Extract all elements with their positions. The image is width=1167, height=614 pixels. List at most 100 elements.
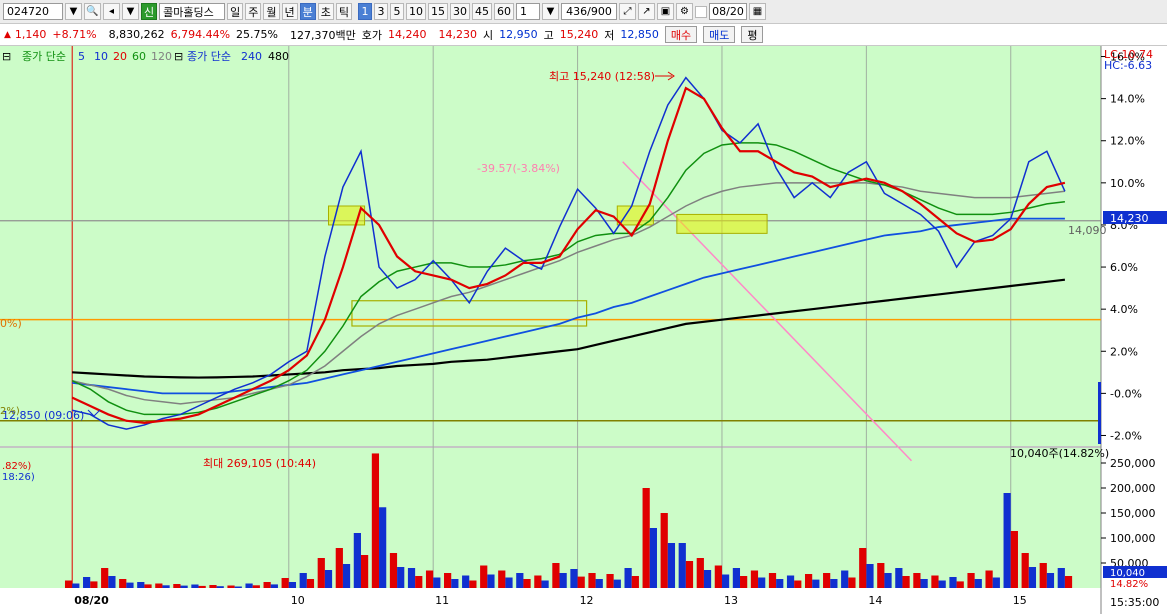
volume-bar [696,558,704,588]
save-icon[interactable]: ▣ [657,3,674,20]
interval-15-button[interactable]: 15 [428,3,448,20]
volume-bar [324,570,333,588]
y-tick-label: 6.0% [1110,261,1138,274]
volume-bar [534,575,542,588]
interval-1-button[interactable]: 1 [358,3,372,20]
period-month-button[interactable]: 월 [263,3,280,20]
period-minute-button[interactable]: 분 [299,3,316,20]
volume-bar [425,570,434,588]
open-label: 시 [482,28,494,42]
legend-price-label: 종가 단순 [22,50,66,63]
left-low-label: 2%) [0,406,20,417]
interval-30-button[interactable]: 30 [450,3,470,20]
y-tick-label: -2.0% [1110,429,1142,442]
volume-max-annotation: 최대 269,105 (10:44) [203,457,316,470]
date-input[interactable]: 08/20 [709,3,747,20]
volume-bar [498,570,506,588]
volume-bar [660,513,668,588]
volume-bar [624,568,632,588]
volume-bar [101,568,109,588]
stock-code-input[interactable]: 024720 [3,3,63,20]
price-volume-chart[interactable]: 16.0%14.0%12.0%10.0%8.0%6.0%4.0%2.0%-0.0… [0,46,1167,614]
pct-annotation: -39.57(-3.84%) [477,162,560,175]
dropdown-arrow-icon[interactable]: ▼ [65,3,82,20]
interval-45-button[interactable]: 45 [472,3,492,20]
period-day-button[interactable]: 일 [227,3,244,20]
trendline-icon[interactable]: ↗ [638,3,655,20]
volume-bar [371,453,380,588]
speaker-icon[interactable]: ◂ [103,3,120,20]
volume-pct: 6,794.44% [170,28,231,41]
scroll-indicator[interactable] [1098,382,1101,444]
volume-bar [227,585,235,588]
sell-button[interactable]: 매도 [703,26,736,43]
gear-icon[interactable]: ⚙ [676,3,693,20]
volume-bar [685,561,694,588]
volume-bar [90,581,98,588]
volume-bar [758,577,766,588]
volume-bar [786,575,795,588]
interval-60-button[interactable]: 60 [494,3,514,20]
volume-bar [967,573,975,588]
buy-button[interactable]: 매수 [664,26,698,43]
period-year-button[interactable]: 년 [281,3,298,20]
dropdown-arrow-icon[interactable]: ▼ [542,3,559,20]
legend-minus-icon[interactable]: ⊟ [174,50,183,63]
y-tick-label: 12.0% [1110,135,1145,148]
volume-bar [252,585,260,588]
volume-bar [72,583,80,588]
volume-bar [823,573,831,588]
up-triangle-icon: ▲ [4,29,11,40]
volume-bar [162,585,170,588]
calendar-icon[interactable]: ▦ [749,3,766,20]
current-volume-pct: 14.82% [1110,579,1148,590]
volume-bar [841,570,849,588]
volume-bar [306,579,315,588]
amount: 127,370백만 [289,28,356,42]
volume-bar [613,579,621,588]
dropdown-arrow-icon[interactable]: ▼ [122,3,139,20]
volume-bar [1064,576,1073,588]
volume-bar [848,577,856,588]
volume-bar [523,579,531,588]
volume-bar [270,584,278,588]
period-tick-button[interactable]: 틱 [335,3,352,20]
crosshair-icon[interactable]: ⤢ [619,3,636,20]
volume-bar [342,564,351,588]
legend-ma-10: 10 [94,50,108,63]
volume-bar [379,507,387,588]
volume-bar [859,548,867,588]
date-checkbox[interactable] [695,5,707,18]
volume-bar [830,579,838,588]
volume-bar [234,586,242,588]
volume-bar [606,574,614,588]
volume-bar [1046,573,1055,588]
eval-button[interactable]: 평 [741,26,764,43]
volume-bar [1028,567,1037,588]
left-vol-label-1: .82%) [2,461,31,472]
volume-bar [678,543,686,588]
volume-bar [732,568,741,588]
legend-minus-icon[interactable]: ⊟ [2,50,11,63]
volume-bar [768,573,777,588]
period-week-button[interactable]: 주 [245,3,262,20]
volume-bar [913,573,921,588]
legend-ma-5: 5 [78,50,85,63]
period-second-button[interactable]: 초 [317,3,334,20]
interval-3-button[interactable]: 3 [374,3,388,20]
toolbar: 024720 ▼ 🔍 ◂ ▼ 신 콜마홀딩스 일 주 월 년 분 초 틱 1 3… [0,0,1167,24]
interval-10-button[interactable]: 10 [406,3,426,20]
volume-bar [570,569,578,588]
volume-bar [776,579,784,588]
volume-bar [480,565,488,588]
y-tick-label: -0.0% [1110,387,1142,400]
data-count-input[interactable]: 436/900 [561,3,617,20]
high-price: 15,240 [559,28,599,41]
volume-bar [595,579,603,588]
volume-bar [209,585,217,588]
legend-ma-240: 240 [241,50,262,63]
interval-5-button[interactable]: 5 [390,3,404,20]
unit-select[interactable]: 1 [516,3,540,20]
search-icon[interactable]: 🔍 [84,3,101,20]
day-label: 12 [580,594,594,607]
